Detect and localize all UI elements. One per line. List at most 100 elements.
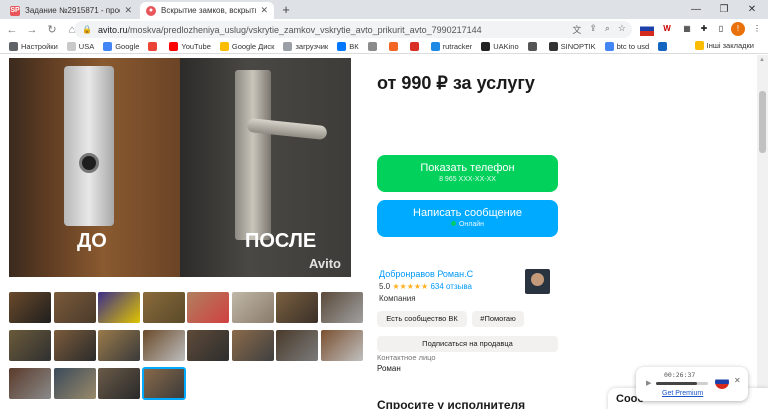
gallery-thumbnail[interactable] [9, 330, 51, 361]
scrollbar[interactable]: ▲ ▼ [757, 55, 768, 409]
gallery-thumbnail[interactable] [142, 292, 185, 323]
bookmark-item[interactable]: USA [66, 42, 94, 51]
gallery-thumbnail[interactable] [98, 330, 140, 361]
show-phone-label: Показать телефон [420, 162, 515, 174]
write-message-label: Написать сообщение [413, 207, 522, 219]
bookmark-item[interactable]: btc to usd [604, 42, 649, 51]
tab-avito[interactable]: ● Вскрытие замков, вскрытие авто ✕ [140, 2, 274, 19]
price: от 990 ₽ за услугу [377, 73, 535, 93]
bookmark-item[interactable] [367, 42, 380, 51]
bookmarks-bar: Настройки USA Google YouTube Google Диск загр… [0, 40, 768, 54]
extension-icon[interactable]: W [660, 22, 674, 36]
vpn-popup: ▶ 00:26:37 ✕ Get Premium [636, 367, 748, 401]
seller-name-link[interactable]: Добронравов Роман.С [379, 269, 473, 279]
other-bookmarks[interactable]: Інші закладки [694, 41, 754, 50]
bookmark-item[interactable]: UAKino [481, 42, 519, 51]
extension-icon[interactable]: ▦ [680, 22, 694, 36]
bookmark-item[interactable] [527, 42, 540, 51]
bookmark-item[interactable]: rutracker [430, 42, 472, 51]
bookmark-label: Настройки [21, 42, 58, 51]
vpn-extension-icon[interactable] [640, 22, 654, 36]
gallery-thumbnail[interactable] [141, 367, 186, 400]
lock-icon: 🔒 [82, 25, 92, 34]
gallery-thumbnail[interactable] [276, 330, 318, 361]
seller-rating: 5.0 ★★★★★ 634 отзыва [379, 282, 472, 291]
reviews-link[interactable]: 634 отзыва [430, 282, 472, 291]
gallery-thumbnail[interactable] [187, 330, 229, 361]
gallery-thumbnail[interactable] [320, 330, 363, 361]
gallery-thumbnail[interactable] [320, 292, 363, 323]
tab-title: Вскрытие замков, вскрытие авто [161, 6, 256, 15]
back-icon[interactable]: ← [4, 22, 20, 38]
gallery-thumbnail[interactable] [187, 292, 229, 323]
scroll-up-icon[interactable]: ▲ [759, 57, 765, 63]
bookmark-label: ВК [349, 42, 359, 51]
label-after: ПОСЛЕ [245, 230, 317, 252]
tab-strip: SP Задание №2915871 - просмотр ✕ ● Вскры… [0, 0, 768, 19]
bookmark-item[interactable]: Google [103, 42, 139, 51]
seller-avatar[interactable] [525, 269, 550, 294]
tab-title: Задание №2915871 - просмотр [25, 6, 120, 15]
gallery-thumbnail[interactable] [142, 330, 185, 361]
forward-icon[interactable]: → [24, 22, 40, 38]
gallery-thumbnail[interactable] [9, 368, 51, 399]
reload-icon[interactable]: ↻ [44, 22, 60, 38]
maximize-icon[interactable]: ❐ [710, 0, 738, 19]
lock-plate-before [64, 66, 114, 226]
close-icon[interactable]: ✕ [124, 5, 132, 16]
window-close-icon[interactable]: ✕ [738, 0, 766, 19]
gallery-thumbnail[interactable] [53, 368, 96, 399]
gallery-thumbnail[interactable] [53, 292, 96, 323]
bookmark-label: загрузчик [295, 42, 329, 51]
bookmark-item[interactable]: SINOPTIK [548, 42, 596, 51]
bookmark-item[interactable]: YouTube [169, 42, 211, 51]
contact-label: Контактное лицо [377, 353, 436, 362]
russia-flag-icon[interactable] [715, 375, 729, 389]
get-premium-link[interactable]: Get Premium [662, 390, 703, 397]
extensions-puzzle-icon[interactable]: ✚ [697, 22, 711, 36]
gallery-thumbnail[interactable] [9, 292, 51, 323]
close-icon[interactable]: ✕ [734, 376, 741, 385]
bookmark-item[interactable]: ВК [337, 42, 359, 51]
bookmark-item[interactable]: Настройки [9, 42, 58, 51]
bookmark-item[interactable]: Google Диск [219, 42, 274, 51]
gallery-thumbnail[interactable] [276, 292, 318, 323]
menu-icon[interactable]: ⋮ [750, 22, 764, 36]
seller-type: Компания [379, 294, 416, 303]
bookmark-item[interactable] [658, 42, 670, 51]
new-tab-button[interactable]: + [279, 3, 293, 17]
bookmark-star-icon[interactable]: ☆ [618, 23, 626, 36]
gallery-thumbnail[interactable] [231, 330, 274, 361]
main-photo[interactable]: ДО ПОСЛЕ Avito [9, 58, 351, 277]
scrollbar-thumb[interactable] [759, 91, 766, 153]
address-bar[interactable]: 🔒 avito.ru/moskva/predlozheniya_uslug/vs… [74, 21, 632, 38]
chip-vk-community[interactable]: Есть сообщество ВК [377, 311, 467, 327]
bookmark-item[interactable] [409, 42, 422, 51]
zoom-icon[interactable]: ⌕ [605, 23, 610, 36]
ask-heading: Спросите у исполнителя [377, 398, 526, 409]
bookmark-favicon-icon [409, 42, 419, 51]
online-status: Онлайн [458, 221, 485, 228]
translate-icon[interactable]: 文 [572, 23, 581, 36]
gallery-thumbnail[interactable] [53, 330, 96, 361]
share-icon[interactable]: ⇪ [589, 23, 597, 36]
sidepanel-icon[interactable]: ▯ [714, 22, 728, 36]
bookmark-item[interactable] [388, 42, 401, 51]
bookmark-item[interactable]: загрузчик [283, 42, 328, 51]
chip-pomogayu[interactable]: #Помогаю [472, 311, 524, 327]
close-icon[interactable]: ✕ [260, 5, 268, 16]
bookmark-favicon-icon [481, 42, 491, 51]
star-rating-icon: ★★★★★ [392, 282, 429, 291]
gallery-thumbnail[interactable] [231, 292, 274, 323]
gallery-thumbnail[interactable] [98, 292, 140, 323]
play-icon[interactable]: ▶ [646, 379, 651, 387]
show-phone-button[interactable]: Показать телефон 8 965 XXX-XX-XX [377, 155, 558, 192]
minimize-icon[interactable]: — [682, 0, 710, 19]
subscribe-button[interactable]: Подписаться на продавца [377, 336, 558, 352]
tab-task[interactable]: SP Задание №2915871 - просмотр ✕ [4, 2, 138, 19]
bookmark-item[interactable] [148, 42, 160, 51]
profile-avatar[interactable]: ! [731, 22, 745, 36]
bookmark-favicon-icon [66, 42, 76, 51]
write-message-button[interactable]: Написать сообщение Онлайн [377, 200, 558, 237]
gallery-thumbnail[interactable] [98, 368, 140, 399]
